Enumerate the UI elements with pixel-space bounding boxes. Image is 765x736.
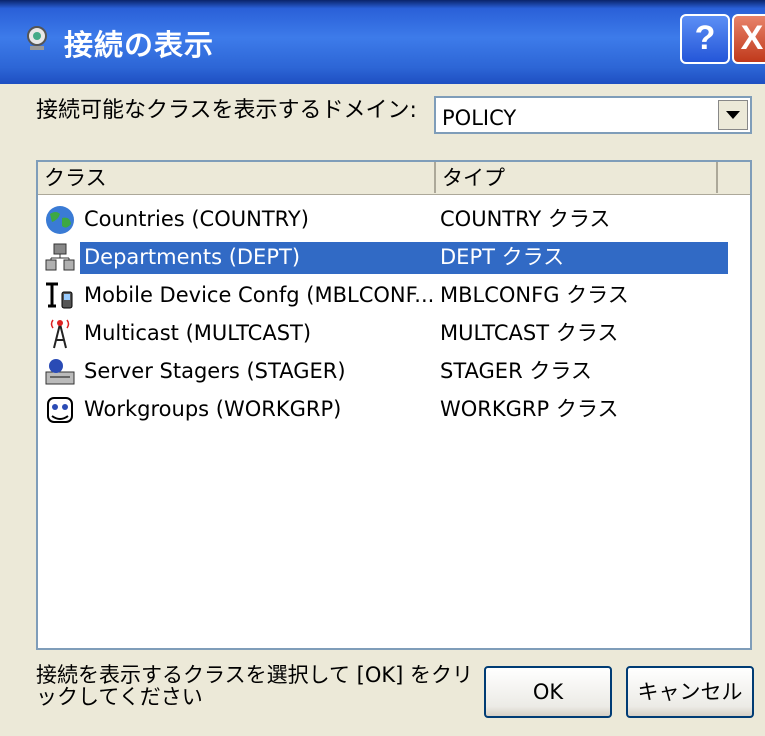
list-item[interactable]: Workgroups (WORKGRP) WORKGRP クラス xyxy=(42,390,746,428)
list-item-name: Workgroups (WORKGRP) xyxy=(84,397,342,421)
domain-label: 接続可能なクラスを表示するドメイン: xyxy=(36,98,417,123)
close-button[interactable]: X xyxy=(732,14,765,64)
domain-selected-value: POLICY xyxy=(442,106,517,130)
app-icon xyxy=(27,26,47,50)
instruction-text: 接続を表示するクラスを選択して [OK] をクリックしてください xyxy=(36,663,473,709)
column-header-class[interactable]: クラス xyxy=(38,162,436,193)
list-item-type: MBLCONFG クラス xyxy=(440,283,629,307)
help-button[interactable]: ? xyxy=(680,14,730,64)
show-connections-dialog: 接続の表示 ? X 接続可能なクラスを表示するドメイン: POLICY クラス … xyxy=(0,0,765,736)
list-item-name: Mobile Device Confg (MBLCONF... xyxy=(84,283,435,307)
list-item-name: Departments (DEPT) xyxy=(84,245,301,269)
server-icon xyxy=(45,359,75,385)
department-icon xyxy=(45,243,75,271)
list-item[interactable]: Server Stagers (STAGER) STAGER クラス xyxy=(42,352,746,390)
workgroup-icon xyxy=(47,397,73,423)
mobile-device-icon xyxy=(46,282,73,309)
list-item-selected[interactable]: Departments (DEPT) DEPT クラス xyxy=(42,238,746,276)
dropdown-button[interactable] xyxy=(718,100,748,130)
list-item-name: Server Stagers (STAGER) xyxy=(84,359,346,383)
list-item-name: Multicast (MULTCAST) xyxy=(84,321,312,345)
domain-select[interactable]: POLICY xyxy=(434,96,752,134)
list-item-type: MULTCAST クラス xyxy=(440,321,619,345)
cancel-button[interactable]: キャンセル xyxy=(626,666,754,718)
list-item-type: WORKGRP クラス xyxy=(440,397,619,421)
list-item-name: Countries (COUNTRY) xyxy=(84,207,309,231)
chevron-down-icon xyxy=(726,111,740,119)
list-header: クラス タイプ xyxy=(38,162,750,195)
list-item-type: COUNTRY クラス xyxy=(440,207,611,231)
list-item[interactable]: Multicast (MULTCAST) MULTCAST クラス xyxy=(42,314,746,352)
column-header-type[interactable]: タイプ xyxy=(436,162,718,193)
window-title: 接続の表示 xyxy=(64,28,215,62)
title-bar[interactable]: 接続の表示 ? X xyxy=(0,0,765,84)
list-item-type: DEPT クラス xyxy=(440,245,565,269)
list-item[interactable]: Countries (COUNTRY) COUNTRY クラス xyxy=(42,200,746,238)
ok-button[interactable]: OK xyxy=(484,666,612,718)
column-header-filler xyxy=(718,162,750,193)
class-list[interactable]: クラス タイプ Countries (COUNTRY) COUNTRY クラス … xyxy=(36,160,752,650)
list-item[interactable]: Mobile Device Confg (MBLCONF... MBLCONFG… xyxy=(42,276,746,314)
antenna-icon xyxy=(50,319,70,349)
list-item-type: STAGER クラス xyxy=(440,359,592,383)
globe-icon xyxy=(46,206,74,234)
